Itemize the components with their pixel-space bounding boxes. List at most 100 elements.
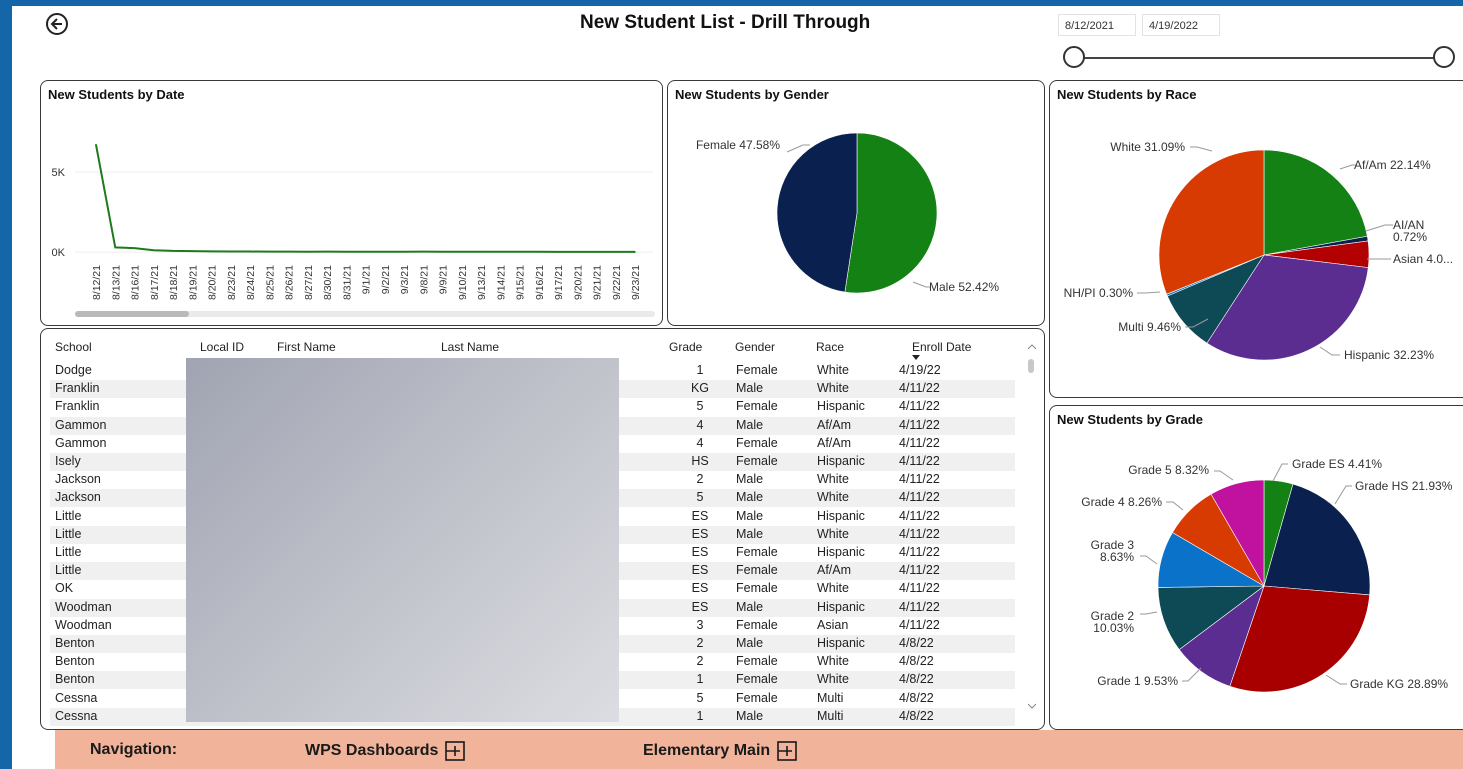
scroll-up-icon[interactable] [1028, 344, 1036, 350]
data-point [383, 250, 386, 253]
x-tick-label: 9/8/21 [418, 265, 430, 294]
slice-label: Grade ES 4.41% [1292, 457, 1382, 471]
cell-grade: ES [691, 563, 709, 578]
cell-grade: HS [691, 454, 709, 468]
cell-race: White [817, 381, 849, 396]
date-range-start-handle[interactable] [1063, 46, 1085, 68]
leader-line [1140, 555, 1158, 565]
y-tick-label: 5K [52, 167, 66, 179]
x-tick-label: 8/26/21 [284, 265, 296, 300]
gender-pie-chart: Male 52.42% Female 47.58% [696, 132, 999, 294]
x-tick-label: 8/12/21 [91, 265, 103, 300]
scroll-down-icon[interactable] [1028, 703, 1036, 709]
data-point [326, 250, 328, 253]
sort-descending-icon [912, 355, 920, 360]
leader-line [1272, 463, 1288, 482]
cell-enroll-date: 4/8/22 [899, 654, 934, 669]
date-range-track[interactable] [1075, 57, 1443, 59]
data-point [95, 143, 97, 146]
x-tick-label: 9/22/21 [611, 265, 623, 300]
x-tick-label: 9/3/21 [399, 265, 411, 294]
date-range-end-handle[interactable] [1433, 46, 1455, 68]
slice-label: Male 52.42% [929, 280, 999, 294]
vertical-scrollbar[interactable] [1026, 335, 1038, 719]
x-tick-label: 9/21/21 [592, 265, 604, 300]
start-date-input[interactable]: 8/12/2021 [1058, 14, 1136, 36]
cell-gender: Male [736, 381, 764, 396]
column-header-gender[interactable]: Gender [735, 340, 775, 354]
cell-enroll-date: 4/11/22 [899, 545, 940, 559]
slice-label: NH/PI 0.30% [1064, 286, 1134, 300]
cell-school: Little [55, 545, 82, 559]
cell-enroll-date: 4/11/22 [899, 472, 940, 487]
cell-enroll-date: 4/8/22 [899, 636, 934, 650]
cell-enroll-date: 4/8/22 [899, 672, 934, 687]
cell-school: Woodman [55, 617, 112, 632]
cell-gender: Male [736, 490, 764, 505]
back-button[interactable] [46, 13, 68, 35]
column-header-grade[interactable]: Grade [669, 340, 702, 354]
x-tick-label: 8/19/21 [187, 265, 199, 300]
cell-race: White [817, 672, 849, 687]
series-line [95, 144, 635, 253]
cell-school: Isely [55, 454, 81, 468]
cell-grade: 3 [696, 617, 704, 632]
column-header-race[interactable]: Race [816, 340, 844, 354]
students-by-date-chart: 0K 5K 8/12/21 8/13/21 8/16/21 8/17/21 8/18/21 8… [52, 143, 653, 300]
cell-enroll-date: 4/11/22 [899, 508, 940, 523]
cell-grade: ES [691, 581, 709, 596]
x-tick-label: 8/24/21 [245, 265, 257, 300]
elementary-main-label[interactable]: Elementary Main [643, 742, 770, 759]
pie-slice[interactable] [776, 132, 858, 293]
wps-dashboards-link[interactable]: WPS Dashboards [305, 741, 465, 761]
end-date-input[interactable]: 4/19/2022 [1142, 14, 1220, 36]
cell-enroll-date: 4/19/22 [899, 363, 941, 377]
expand-square-icon[interactable] [776, 741, 797, 761]
x-tick-label: 9/16/21 [534, 265, 546, 300]
cell-grade: ES [691, 599, 709, 614]
x-tick-label: 9/9/21 [438, 265, 450, 294]
race-pie-chart: Af/Am 22.14%AI/AN0.72%Asian 4.0...Hispan… [1064, 140, 1453, 362]
cell-enroll-date: 4/11/22 [899, 581, 940, 596]
cell-grade: ES [691, 545, 709, 559]
students-by-race-panel: New Students by Race Af/Am 22.14% AI/AN 0.… [1049, 80, 1463, 398]
cell-race: White [817, 581, 849, 596]
column-header-local-id[interactable]: Local ID [200, 340, 244, 354]
column-header-last-name[interactable]: Last Name [441, 340, 499, 354]
leader-line [1334, 485, 1352, 505]
cell-race: Hispanic [817, 599, 865, 614]
data-point [172, 250, 174, 252]
elementary-main-link[interactable]: Elementary Main [643, 741, 797, 761]
cell-race: Multi [817, 708, 844, 723]
expand-square-icon[interactable] [445, 741, 465, 761]
data-point [537, 250, 540, 253]
slice-label: Grade 4 8.26% [1081, 495, 1162, 509]
slice-label: Multi 9.46% [1118, 320, 1181, 334]
cell-gender: Female [736, 454, 778, 468]
cell-enroll-date: 4/8/22 [899, 708, 934, 723]
pie-slice[interactable] [844, 132, 938, 294]
cell-race: Multi [817, 690, 844, 705]
cell-race: White [817, 490, 849, 505]
x-tick-label: 9/23/21 [630, 265, 642, 300]
column-header-school[interactable]: School [55, 340, 92, 354]
scrollbar-thumb[interactable] [75, 311, 189, 317]
data-point [422, 250, 425, 253]
cell-gender: Female [736, 363, 778, 377]
cell-race: Hispanic [817, 399, 865, 414]
wps-dashboards-label[interactable]: WPS Dashboards [305, 742, 438, 759]
cell-enroll-date: 4/11/22 [899, 599, 940, 614]
x-tick-label: 8/30/21 [322, 265, 334, 300]
cell-race: Af/Am [817, 435, 852, 450]
cell-grade: 1 [696, 672, 704, 687]
cell-gender: Female [736, 654, 778, 669]
cell-school: Cessna [55, 690, 98, 705]
column-header-first-name[interactable]: First Name [277, 340, 336, 354]
cell-school: Woodman [55, 599, 112, 614]
column-header-enroll-date[interactable]: Enroll Date [912, 340, 971, 354]
slice-label: Af/Am 22.14% [1354, 158, 1431, 172]
x-tick-label: 9/20/21 [572, 265, 584, 300]
scrollbar-thumb[interactable] [1028, 359, 1034, 373]
horizontal-scrollbar[interactable] [75, 311, 655, 317]
cell-grade: 4 [696, 435, 704, 450]
